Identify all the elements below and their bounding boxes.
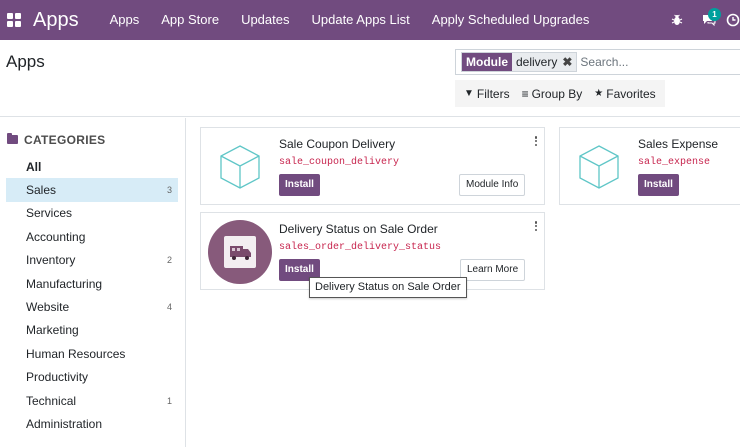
menu-update-apps-list[interactable]: Update Apps List (300, 0, 420, 40)
app-technical-name: sale_expense (638, 157, 711, 168)
category-all[interactable]: All (6, 155, 178, 178)
folder-icon (7, 133, 18, 144)
category-label: Services (26, 206, 73, 221)
card-menu-kebab-icon[interactable] (532, 135, 540, 147)
app-menu-grid-icon[interactable] (7, 13, 21, 27)
category-count: 1 (166, 395, 172, 406)
delivery-truck-icon (224, 236, 256, 268)
app-brand[interactable]: Apps (33, 9, 79, 32)
star-icon: ★ (594, 88, 604, 99)
filters-button[interactable]: ▼ Filters (458, 87, 516, 101)
category-website[interactable]: Website 4 (6, 295, 178, 318)
search-input[interactable] (580, 55, 731, 69)
app-title: Sales Expense (638, 137, 719, 151)
category-label: Administration (26, 416, 103, 431)
category-label: Productivity (26, 370, 89, 385)
app-technical-name: sales_order_delivery_status (279, 242, 442, 253)
menu-updates[interactable]: Updates (230, 0, 300, 40)
category-label: All (26, 159, 42, 174)
category-label: Sales (26, 183, 57, 198)
app-title: Sale Coupon Delivery (279, 137, 396, 151)
list-icon: ≡ (521, 86, 529, 101)
category-label: Technical (26, 393, 77, 408)
categories-title: CATEGORIES (24, 132, 106, 147)
category-sales[interactable]: Sales 3 (6, 178, 178, 202)
category-count: 2 (166, 255, 172, 266)
category-marketing[interactable]: Marketing (6, 319, 178, 342)
app-card-sales-expense[interactable]: Sales Expense sale_expense Install (559, 127, 740, 205)
category-label: Inventory (26, 253, 76, 268)
facet-value: delivery ✖ (512, 53, 577, 71)
category-list: All Sales 3 Services Accounting Inventory… (0, 155, 185, 436)
messaging-icon[interactable]: 1 (694, 0, 724, 40)
systray: 1 (662, 0, 740, 40)
category-label: Human Resources (26, 346, 126, 361)
category-administration[interactable]: Administration (6, 412, 178, 435)
app-technical-name: sale_coupon_delivery (279, 157, 400, 168)
app-title: Delivery Status on Sale Order (279, 222, 438, 236)
activity-clock-icon[interactable] (726, 0, 740, 40)
category-label: Manufacturing (26, 276, 103, 291)
category-sidebar: CATEGORIES All Sales 3 Services Accountin… (0, 118, 186, 447)
menu-apply-scheduled-upgrades[interactable]: Apply Scheduled Upgrades (421, 0, 601, 40)
favorites-button[interactable]: ★ Favorites (588, 87, 661, 101)
category-manufacturing[interactable]: Manufacturing (6, 272, 178, 295)
favorites-label: Favorites (606, 86, 656, 101)
filters-label: Filters (476, 86, 510, 101)
menu-app-store[interactable]: App Store (150, 0, 230, 40)
category-count: 4 (166, 302, 172, 313)
search-options: ▼ Filters ≡ Group By ★ Favorites (455, 80, 665, 107)
category-services[interactable]: Services (6, 202, 178, 225)
menu-apps[interactable]: Apps (99, 0, 151, 40)
top-navbar: Apps Apps App Store Updates Update Apps … (0, 0, 740, 40)
facet-remove-icon[interactable]: ✖ (562, 53, 572, 71)
module-info-button[interactable]: Module Info (459, 174, 526, 196)
facet-label: Module (462, 53, 512, 71)
install-button[interactable]: Install (638, 174, 679, 196)
card-menu-kebab-icon[interactable] (532, 220, 540, 232)
tooltip: Delivery Status on Sale Order (309, 277, 467, 298)
facet-value-text: delivery (516, 55, 558, 69)
search-box[interactable]: Module delivery ✖ (455, 49, 740, 75)
group-by-label: Group By (531, 86, 583, 101)
filter-icon: ▼ (464, 88, 474, 99)
category-label: Marketing (26, 323, 79, 338)
control-panel: Apps Module delivery ✖ ▼Filters ≡Group By… (0, 40, 740, 117)
search-facet[interactable]: Module delivery ✖ (461, 52, 578, 72)
chat-count-badge: 1 (708, 8, 721, 21)
app-card-sale-coupon-delivery[interactable]: Sale Coupon Delivery sale_coupon_deliver… (200, 127, 545, 205)
category-technical[interactable]: Technical 1 (6, 389, 178, 412)
app-icon-circle (208, 220, 272, 284)
category-label: Website (26, 300, 70, 315)
category-accounting[interactable]: Accounting (6, 225, 178, 248)
category-count: 3 (166, 185, 172, 196)
category-human-resources[interactable]: Human Resources (6, 342, 178, 365)
group-by-button[interactable]: ≡ Group By (516, 87, 589, 101)
install-button[interactable]: Install (279, 174, 320, 196)
category-label: Accounting (26, 229, 86, 244)
learn-more-button[interactable]: Learn More (460, 259, 526, 281)
category-productivity[interactable]: Productivity (6, 366, 178, 389)
debug-bug-icon[interactable] (662, 0, 692, 40)
category-inventory[interactable]: Inventory 2 (6, 249, 178, 272)
breadcrumb: Apps (6, 52, 45, 71)
cube-icon (579, 145, 619, 189)
cube-icon (220, 145, 260, 189)
categories-header: CATEGORIES (0, 118, 185, 147)
